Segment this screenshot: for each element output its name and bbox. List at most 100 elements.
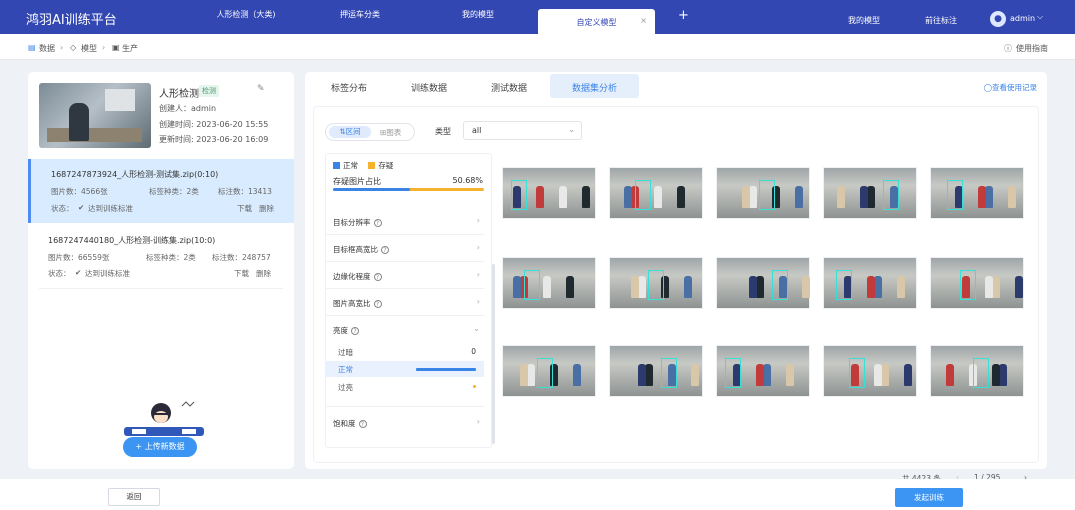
dataset-image-thumbnail[interactable] [609,257,703,309]
download-link[interactable]: 下载 [234,268,249,279]
delete-link[interactable]: 删除 [259,203,274,214]
user-name[interactable]: admin [1010,14,1035,23]
chart-toggle[interactable]: ⊞图表 [380,127,401,138]
help-icon: ⓘ [1004,44,1012,53]
help-icon: ? [381,246,389,254]
filter-edge-degree[interactable]: 边缘化程度? › [326,262,484,289]
brightness-normal[interactable]: 正常 [326,361,484,377]
help-icon: ? [373,273,382,281]
delete-link[interactable]: 删除 [256,268,271,279]
dataset-image-thumbnail[interactable] [502,167,596,219]
my-models-link[interactable]: 我的模型 [848,15,880,26]
dataset-image-thumbnail[interactable] [609,167,703,219]
dataset-item[interactable]: 1687247440180_人形检测-训练集.zip(10:0) 图片数：665… [39,225,283,289]
dataset-image-thumbnail[interactable] [823,345,917,397]
user-guide-link[interactable]: 使用指南 [1016,43,1048,54]
scrollbar[interactable] [492,264,495,444]
model-creator: 创建人：admin [159,104,217,113]
chevron-right-icon: › [476,216,480,225]
interval-toggle[interactable]: ⇅区间 [329,126,371,138]
app-brand: 鸿羽AI训练平台 [26,13,117,28]
tab-label-distribution[interactable]: 标签分布 [331,81,367,94]
dataset-image-thumbnail[interactable] [716,257,810,309]
tab-custom-model[interactable]: 自定义模型 × [538,9,655,34]
filter-label: 目标框高宽比 [333,245,378,254]
dataset-status-label: 状态： [48,269,71,278]
upload-new-data-button[interactable]: + 上传新数据 [123,437,197,457]
dataset-image-thumbnail[interactable] [930,345,1024,397]
brightness-value: 0 [471,347,476,356]
filter-label: 饱和度 [333,419,356,428]
tab-dataset-analysis[interactable]: 数据集分析 [550,74,640,98]
breadcrumb-data[interactable]: 数据 [39,43,55,54]
breadcrumb-model[interactable]: 模型 [81,43,97,54]
brightness-dot [473,385,476,388]
legend-normal: 正常 [343,161,358,170]
brightness-label: 过亮 [338,383,353,392]
dataset-annotation-count: 标注数：13413 [218,187,272,196]
help-icon: ? [373,219,382,227]
model-created-time: 创建时间: 2023-06-20 15:55 [159,120,269,129]
filter-saturation[interactable]: 饱和度? › [326,409,484,436]
tab-custom-model-label: 自定义模型 [576,18,617,27]
model-updated-time: 更新时间: 2023-06-20 16:09 [159,135,269,144]
brightness-too-bright[interactable]: 过亮 [326,379,484,407]
back-button[interactable]: 返回 [108,488,160,506]
model-thumbnail [39,83,151,148]
close-icon[interactable]: × [640,16,647,25]
tab-training-data[interactable]: 训练数据 [411,81,447,94]
type-select[interactable]: all ⌄ [463,121,582,140]
start-training-button[interactable]: 发起训练 [895,488,963,507]
dataset-image-thumbnail[interactable] [502,345,596,397]
legend: 正常 存疑 [333,160,393,171]
filter-box-aspect-ratio[interactable]: 目标框高宽比? › [326,235,484,262]
chevron-right-icon: › [476,417,480,426]
filter-label: 边缘化程度 [333,272,371,281]
chevron-right-icon: › [60,43,64,52]
dataset-label-types: 标签种类：2类 [149,187,199,196]
dataset-image-thumbnail[interactable] [716,345,810,397]
model-title: 人形检测 [159,89,199,100]
dataset-status-label: 状态： [51,204,74,213]
dataset-image-thumbnail[interactable] [609,345,703,397]
view-usage-history-link[interactable]: ◯查看使用记录 [984,82,1037,93]
go-annotate-link[interactable]: 前往标注 [925,15,957,26]
brightness-bar [416,368,476,371]
filter-label: 图片高宽比 [333,299,371,308]
edit-icon[interactable]: ✎ [257,84,265,94]
view-toggle: ⇅区间 ⊞图表 [325,123,415,141]
brightness-too-dark[interactable]: 过暗 0 [326,344,484,360]
dataset-status: 达到训练标准 [88,204,133,213]
filter-panel: 正常 存疑 存疑图片占比 50.68% 目标分辨率? › 目标框高宽比? › 边缘化… [325,153,495,448]
dataset-image-thumbnail[interactable] [716,167,810,219]
user-avatar-icon[interactable]: ● [990,11,1006,27]
breadcrumb: ▤ 数据 › ◇ 模型 › ▣ 生产 ⓘ 使用指南 [0,34,1075,60]
top-navigation: 鸿羽AI训练平台 人形检测（大类) 押运车分类 我的模型 自定义模型 × + 我… [0,0,1075,34]
dataset-image-thumbnail[interactable] [502,257,596,309]
breadcrumb-production: 生产 [122,44,138,53]
add-tab-button[interactable]: + [678,8,689,23]
filter-image-aspect-ratio[interactable]: 图片高宽比? › [326,289,484,316]
dataset-image-thumbnail[interactable] [823,257,917,309]
dataset-image-thumbnail[interactable] [930,167,1024,219]
dataset-status: 达到训练标准 [85,269,130,278]
check-circle-icon: ✔ [75,268,82,277]
main-panel: 标签分布 训练数据 测试数据 数据集分析 ◯查看使用记录 ⇅区间 ⊞图表 类型 … [305,72,1047,483]
dataset-label-types: 标签种类：2类 [146,253,196,262]
filter-target-resolution[interactable]: 目标分辨率? › [326,208,484,235]
chevron-down-icon[interactable]: ⌵ [1037,12,1043,22]
tab-test-data[interactable]: 测试数据 [491,81,527,94]
doc-icon: ▣ [112,43,120,52]
filter-label: 目标分辨率 [333,218,371,227]
dataset-image-count: 图片数：66559张 [48,253,110,262]
model-sidebar: 人形检测 检测 ✎ 创建人：admin 创建时间: 2023-06-20 15:… [28,72,294,469]
dataset-image-thumbnail[interactable] [823,167,917,219]
chevron-right-icon: › [102,43,106,52]
dataset-name: 1687247440180_人形检测-训练集.zip(10:0) [48,236,216,245]
dataset-image-thumbnail[interactable] [930,257,1024,309]
filter-brightness[interactable]: 亮度? ⌄ [326,316,484,343]
type-filter-label: 类型 [435,127,451,136]
dataset-item[interactable]: 1687247873924_人形检测-测试集.zip(0:10) 图片数：456… [28,159,294,223]
chevron-down-icon: ⌄ [568,125,575,134]
download-link[interactable]: 下载 [237,203,252,214]
